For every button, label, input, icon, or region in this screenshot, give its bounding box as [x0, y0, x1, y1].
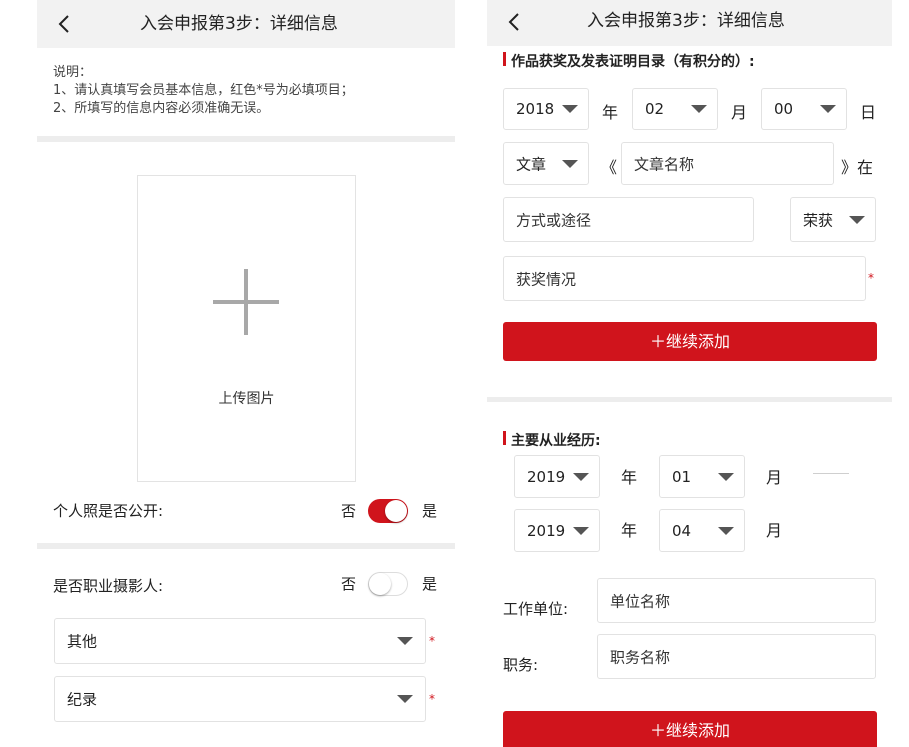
header-bar: 入会申报第3步：详细信息	[37, 0, 455, 48]
award-month-select[interactable]: 02	[632, 88, 718, 130]
instruction-line: 2、所填写的信息内容必须准确无误。	[53, 101, 270, 116]
start-month-value: 01	[672, 467, 692, 486]
chevron-down-icon	[718, 472, 734, 481]
left-screen: 入会申报第3步：详细信息 说明： 1、请认真填写会员基本信息，红色*号为必填项目…	[37, 0, 455, 747]
section-divider	[37, 543, 455, 549]
close-quote: 》在	[841, 158, 874, 177]
award-year-value: 2018	[516, 100, 555, 118]
year-unit: 年	[621, 521, 638, 540]
page-title: 入会申报第3步：详细信息	[140, 14, 338, 34]
award-year-select[interactable]: 2018	[503, 88, 589, 130]
photo-public-label: 个人照是否公开:	[53, 502, 164, 520]
category-select-value: 其他	[67, 632, 98, 651]
toggle-knob	[385, 500, 407, 522]
photo-public-no-label: 否	[341, 502, 357, 520]
photo-public-toggle[interactable]	[368, 499, 408, 523]
award-placeholder: 获奖情况	[516, 270, 577, 288]
section-marker	[503, 52, 506, 66]
month-unit: 月	[766, 468, 783, 487]
add-award-button[interactable]: ＋继续添加	[503, 322, 877, 361]
chevron-down-icon	[573, 472, 589, 481]
page-title: 入会申报第3步：详细信息	[587, 11, 785, 31]
work-type-select[interactable]: 文章	[503, 142, 589, 185]
required-mark: *	[429, 634, 435, 648]
back-arrow-icon[interactable]	[55, 14, 75, 34]
header-bar: 入会申报第3步：详细信息	[487, 0, 892, 46]
start-year-select[interactable]: 2019	[514, 455, 600, 498]
method-input[interactable]: 方式或途径	[503, 197, 754, 242]
start-month-select[interactable]: 01	[659, 455, 745, 498]
position-label: 职务:	[503, 656, 539, 674]
photo-public-yes-label: 是	[422, 502, 438, 520]
month-unit: 月	[731, 103, 748, 122]
instructions: 说明： 1、请认真填写会员基本信息，红色*号为必填项目； 2、所填写的信息内容必…	[53, 64, 354, 118]
required-mark: *	[429, 692, 435, 706]
end-month-value: 04	[672, 521, 692, 540]
chevron-down-icon	[849, 215, 865, 224]
employer-label: 工作单位:	[503, 600, 569, 618]
chevron-down-icon	[718, 526, 734, 535]
year-unit: 年	[602, 103, 619, 122]
position-input[interactable]: 职务名称	[597, 634, 876, 679]
awards-section-title: 作品获奖及发表证明目录（有积分的）:	[511, 54, 755, 70]
chevron-down-icon	[820, 105, 836, 113]
honor-select[interactable]: 荣获	[790, 197, 876, 242]
employer-placeholder: 单位名称	[610, 592, 671, 610]
upload-photo-box[interactable]: 上传图片	[137, 175, 356, 482]
genre-select-value: 纪录	[67, 690, 98, 709]
month-unit: 月	[766, 521, 783, 540]
add-career-button[interactable]: ＋继续添加	[503, 711, 877, 747]
chevron-down-icon	[397, 695, 413, 703]
method-placeholder: 方式或途径	[516, 211, 592, 229]
honor-value: 荣获	[803, 211, 834, 229]
upload-label: 上传图片	[218, 391, 275, 407]
day-unit: 日	[860, 103, 877, 122]
career-section-title: 主要从业经历:	[511, 433, 601, 449]
work-name-input[interactable]: 文章名称	[621, 142, 834, 185]
pro-photographer-toggle[interactable]	[368, 572, 408, 596]
instruction-line: 1、请认真填写会员基本信息，红色*号为必填项目；	[53, 83, 354, 98]
chevron-down-icon	[562, 159, 578, 168]
end-year-value: 2019	[527, 521, 566, 540]
end-year-select[interactable]: 2019	[514, 509, 600, 552]
pro-photographer-no-label: 否	[341, 575, 357, 593]
pro-photographer-label: 是否职业摄影人:	[53, 577, 164, 595]
section-marker	[503, 431, 506, 445]
right-screen: 入会申报第3步：详细信息 作品获奖及发表证明目录（有积分的）: 2018 年 0…	[487, 0, 892, 747]
category-select[interactable]: 其他	[54, 618, 426, 664]
award-day-select[interactable]: 00	[761, 88, 847, 130]
position-placeholder: 职务名称	[610, 648, 671, 666]
work-type-value: 文章	[516, 155, 547, 173]
chevron-down-icon	[397, 637, 413, 645]
open-quote: 《	[601, 158, 618, 177]
year-unit: 年	[621, 468, 638, 487]
back-arrow-icon[interactable]	[505, 12, 525, 32]
work-name-placeholder: 文章名称	[634, 155, 695, 173]
required-mark: *	[868, 271, 874, 285]
toggle-knob	[369, 573, 391, 595]
employer-input[interactable]: 单位名称	[597, 578, 876, 623]
pro-photographer-yes-label: 是	[422, 575, 438, 593]
award-day-value: 00	[774, 100, 794, 118]
award-input[interactable]: 获奖情况	[503, 256, 866, 301]
chevron-down-icon	[691, 105, 707, 113]
instruction-line: 说明：	[53, 65, 93, 80]
chevron-down-icon	[573, 526, 589, 535]
chevron-down-icon	[562, 105, 578, 113]
section-divider	[37, 136, 455, 142]
award-month-value: 02	[645, 100, 665, 118]
plus-icon	[244, 269, 248, 335]
genre-select[interactable]: 纪录	[54, 676, 426, 722]
end-month-select[interactable]: 04	[659, 509, 745, 552]
range-separator	[813, 473, 849, 474]
section-divider	[487, 397, 892, 402]
start-year-value: 2019	[527, 467, 566, 486]
